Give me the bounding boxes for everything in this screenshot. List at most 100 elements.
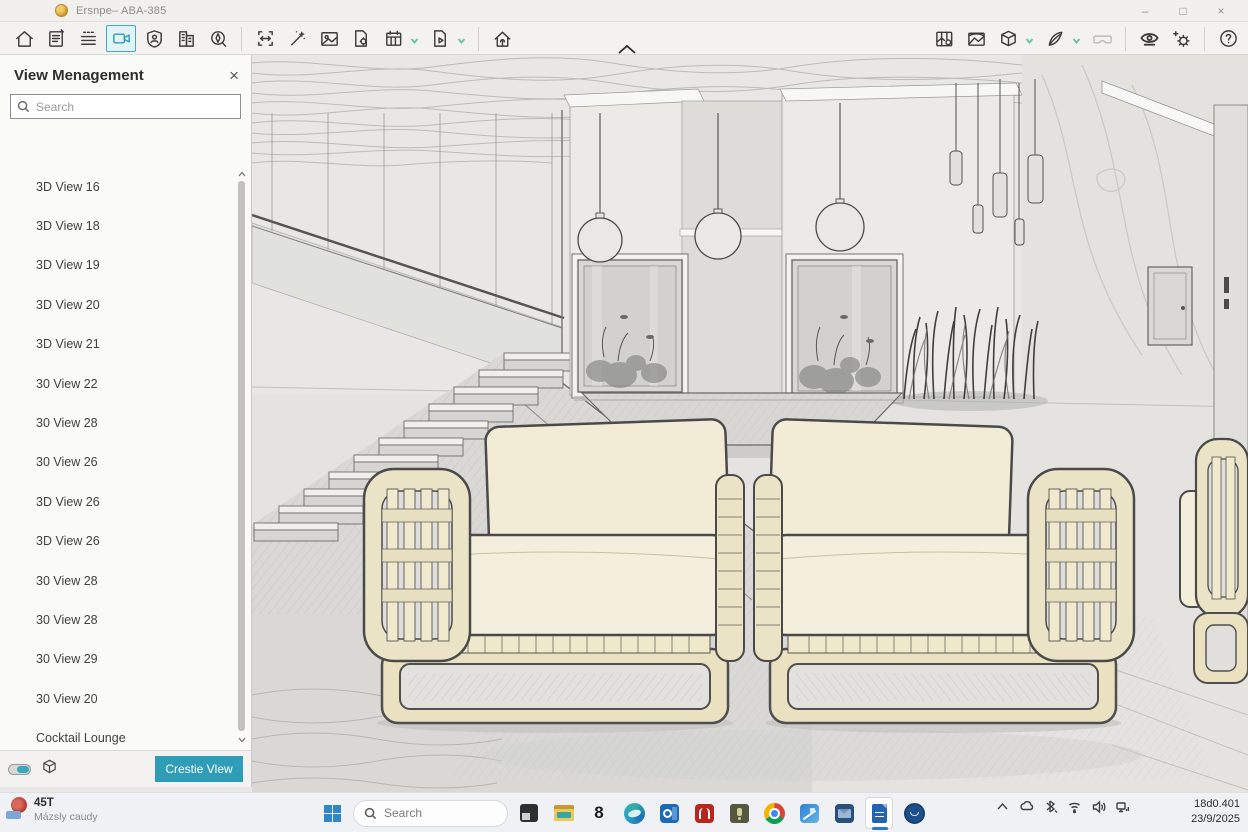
export-document-icon[interactable] <box>347 25 375 53</box>
notes-app-icon[interactable] <box>725 798 753 828</box>
panel-title: View Menagement <box>14 67 144 84</box>
asset-shield-icon[interactable] <box>140 25 168 53</box>
toolbar-separator <box>241 27 242 51</box>
chrome-browser-icon[interactable] <box>760 798 788 828</box>
view-list-item[interactable]: 3D View 26 <box>0 522 237 561</box>
acrobat-icon[interactable] <box>690 798 718 828</box>
view-list-item[interactable]: 30 View 22 <box>0 364 237 403</box>
app-8-icon[interactable]: 8 <box>585 798 613 828</box>
viewport-3d-scene[interactable] <box>252 55 1248 792</box>
weather-icon <box>6 796 28 822</box>
edge-browser-icon[interactable] <box>620 798 648 828</box>
window-title: Ersnpe– ABA-385 <box>76 5 166 17</box>
weather-temperature: 45T <box>34 796 98 811</box>
view-management-panel: View Menagement × 3D View 16 3D View 18 … <box>0 55 252 787</box>
minimize-button[interactable]: – <box>1126 0 1164 22</box>
view-list-item[interactable]: 3D View 20 <box>0 285 237 324</box>
scrollbar-thumb[interactable] <box>238 181 245 731</box>
clock-time: 18d0.401 <box>1191 797 1240 812</box>
scroll-down-icon[interactable] <box>237 735 246 745</box>
network-icon[interactable] <box>1115 799 1130 814</box>
circle-app-icon[interactable] <box>900 798 928 828</box>
panorama-icon[interactable] <box>962 25 990 53</box>
close-button[interactable]: × <box>1202 0 1240 22</box>
weather-widget[interactable]: 45T Mázsly caudy <box>6 796 98 823</box>
quality-feather-icon[interactable] <box>1041 25 1069 53</box>
model-export-cube-icon[interactable] <box>994 25 1022 53</box>
search-icon <box>364 807 377 820</box>
view-list-item[interactable]: 30 View 29 <box>0 640 237 679</box>
view-list-item[interactable]: 3D View 18 <box>0 206 237 245</box>
start-button[interactable] <box>318 798 346 828</box>
view-list-item[interactable]: 30 View 28 <box>0 600 237 639</box>
photos-app-icon[interactable] <box>795 798 823 828</box>
view-list-item[interactable]: 30 View 26 <box>0 443 237 482</box>
weather-condition: Mázsly caudy <box>34 811 98 823</box>
outlook-icon[interactable] <box>655 798 683 828</box>
chevron-down-icon[interactable] <box>1071 33 1082 44</box>
vr-headset-icon[interactable] <box>1088 25 1116 53</box>
active-document-app-icon[interactable] <box>865 798 893 828</box>
view-list-icon[interactable] <box>74 25 102 53</box>
chevron-down-icon[interactable] <box>456 33 467 44</box>
cube-icon[interactable] <box>41 758 58 780</box>
bluetooth-icon[interactable] <box>1043 799 1058 814</box>
view-list-item[interactable]: 3D View 26 <box>0 482 237 521</box>
taskbar-search[interactable] <box>353 800 508 827</box>
volume-icon[interactable] <box>1091 799 1106 814</box>
video-export-icon[interactable] <box>426 25 454 53</box>
taskbar-search-input[interactable] <box>384 806 497 820</box>
batch-schedule-icon[interactable] <box>379 25 407 53</box>
view-list-item[interactable]: 3D View 16 <box>0 167 237 206</box>
panel-close-icon[interactable]: × <box>229 67 239 84</box>
scroll-up-icon[interactable] <box>237 169 246 179</box>
toolbar-separator <box>1125 27 1126 51</box>
visibility-eye-icon[interactable] <box>1135 25 1163 53</box>
map-export-icon[interactable] <box>930 25 958 53</box>
toolbar-separator <box>1204 27 1205 51</box>
view-list-scrollbar[interactable] <box>237 169 246 745</box>
scene-house-icon[interactable] <box>488 25 516 53</box>
panel-footer: Crestie Vlew <box>0 750 251 787</box>
help-icon[interactable] <box>1214 25 1242 53</box>
building-icon[interactable] <box>172 25 200 53</box>
scene-render <box>252 55 1248 792</box>
home-icon[interactable] <box>10 25 38 53</box>
search-icon <box>17 100 30 113</box>
view-search-box[interactable] <box>10 94 241 119</box>
chevron-down-icon[interactable] <box>409 33 420 44</box>
maximize-button[interactable]: □ <box>1164 0 1202 22</box>
mail-app-icon[interactable] <box>830 798 858 828</box>
create-view-button[interactable]: Crestie Vlew <box>155 756 243 782</box>
chevron-down-icon[interactable] <box>1024 33 1035 44</box>
project-document-icon[interactable] <box>42 25 70 53</box>
view-list-item[interactable]: 30 View 28 <box>0 403 237 442</box>
system-tray <box>995 799 1130 814</box>
screenshot-image-icon[interactable] <box>315 25 343 53</box>
title-bar: Ersnpe– ABA-385 – □ × <box>0 0 1248 22</box>
view-list-item[interactable]: 3D View 19 <box>0 246 237 285</box>
toolbar-separator <box>478 27 479 51</box>
magic-wand-icon[interactable] <box>283 25 311 53</box>
compass-icon[interactable] <box>204 25 232 53</box>
onedrive-cloud-icon[interactable] <box>1019 799 1034 814</box>
chevron-up-icon[interactable] <box>995 799 1010 814</box>
toolbar-collapse-chevron-icon[interactable] <box>614 42 640 54</box>
advanced-settings-gear-icon[interactable] <box>1167 25 1195 53</box>
file-explorer-icon[interactable] <box>550 798 578 828</box>
view-search-input[interactable] <box>36 100 234 114</box>
wifi-icon[interactable] <box>1067 799 1082 814</box>
view-sync-toggle[interactable] <box>8 764 31 775</box>
taskbar-apps: 8 <box>318 796 928 830</box>
taskbar-clock[interactable]: 18d0.401 23/9/2025 <box>1191 797 1240 827</box>
task-view-icon[interactable] <box>515 798 543 828</box>
view-list-item[interactable]: 3D View 21 <box>0 325 237 364</box>
clock-date: 23/9/2025 <box>1191 812 1240 827</box>
view-list: 3D View 16 3D View 18 3D View 19 3D View… <box>0 167 237 747</box>
view-list-item[interactable]: Cocktail Lounge <box>0 718 237 747</box>
render-camera-icon-active[interactable] <box>106 25 136 52</box>
view-list-item[interactable]: 30 View 20 <box>0 679 237 718</box>
crop-frame-icon[interactable] <box>251 25 279 53</box>
view-list-item[interactable]: 30 View 28 <box>0 561 237 600</box>
windows-taskbar: 45T Mázsly caudy 8 18d0.401 23/9/2025 <box>0 792 1248 832</box>
